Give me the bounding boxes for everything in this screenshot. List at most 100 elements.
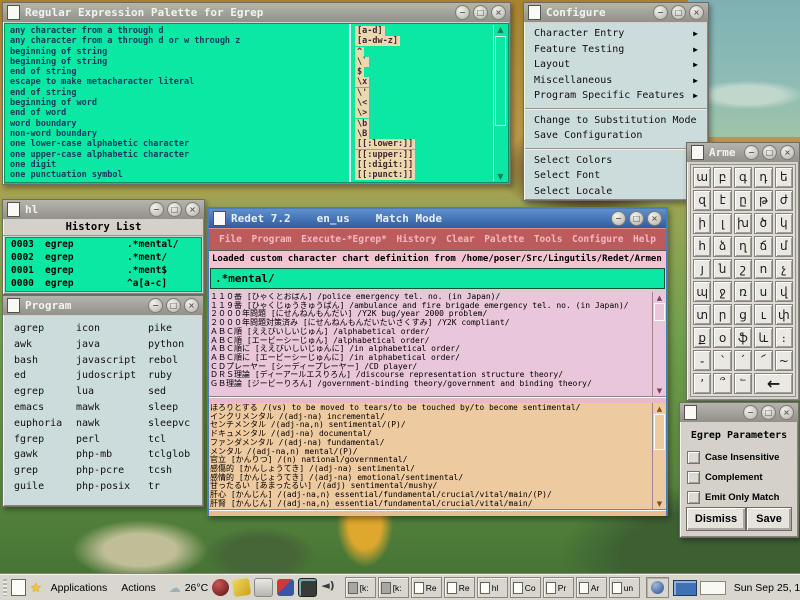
program-option[interactable]: pike bbox=[148, 323, 190, 339]
minimize-button[interactable]: − bbox=[744, 145, 759, 160]
character-key[interactable]: մ bbox=[775, 236, 793, 257]
minimize-button[interactable]: − bbox=[148, 298, 163, 313]
regex-row[interactable]: one upper-case alphabetic character [[:u… bbox=[7, 150, 492, 160]
character-key[interactable]: ա bbox=[693, 167, 711, 188]
regex-row[interactable]: escape to make metacharacter literal \x bbox=[7, 77, 492, 87]
taskbar-window-button[interactable]: [k: bbox=[378, 577, 409, 598]
taskbar-window-button[interactable]: Re bbox=[444, 577, 475, 598]
character-key[interactable]: գ bbox=[734, 167, 752, 188]
media-launcher-icon[interactable] bbox=[277, 579, 294, 596]
regex-pattern-chip[interactable]: ^ bbox=[355, 47, 364, 57]
program-option[interactable]: sed bbox=[148, 386, 190, 402]
regex-row[interactable]: beginning of string \` bbox=[7, 57, 492, 67]
character-key[interactable]: հ bbox=[693, 236, 711, 257]
menu-item[interactable]: Select Font bbox=[525, 168, 707, 184]
program-option[interactable]: bash bbox=[14, 355, 62, 371]
character-key[interactable]: ծ bbox=[754, 213, 772, 234]
character-key[interactable]: ձ bbox=[713, 236, 731, 257]
redet-titlebar[interactable]: Redet 7.2 en_us Match Mode − □ × bbox=[209, 209, 666, 228]
scrollbar-thumb[interactable] bbox=[654, 414, 665, 450]
character-key[interactable]: պ bbox=[693, 281, 711, 302]
menubar-item[interactable]: Palette bbox=[484, 234, 524, 245]
program-option[interactable]: icon bbox=[76, 323, 136, 339]
menu-item[interactable]: Select Colors bbox=[525, 153, 707, 169]
scroll-up-icon[interactable]: ▲ bbox=[497, 25, 503, 34]
character-key[interactable]: յ bbox=[693, 259, 711, 280]
scrollbar-thumb[interactable] bbox=[654, 303, 665, 321]
close-button[interactable]: × bbox=[779, 405, 794, 420]
editor-launcher-icon[interactable] bbox=[254, 578, 273, 597]
menubar-item[interactable]: Execute-*Egrep* bbox=[301, 234, 387, 245]
regex-palette-titlebar[interactable]: Regular Expression Palette for Egrep − □… bbox=[3, 3, 510, 22]
armenian-titlebar[interactable]: Arme − □ × bbox=[687, 143, 799, 162]
regex-pattern-chip[interactable]: \x bbox=[355, 77, 369, 87]
workspace-2[interactable] bbox=[700, 581, 726, 595]
character-key[interactable]: վ bbox=[775, 281, 793, 302]
regex-scrollbar[interactable]: ▲ ▼ bbox=[493, 25, 507, 181]
regex-pattern-chip[interactable]: \` bbox=[355, 57, 369, 67]
checkbox-row[interactable]: Complement bbox=[687, 467, 798, 487]
program-option[interactable]: sleepvc bbox=[148, 418, 190, 434]
close-button[interactable]: × bbox=[780, 145, 795, 160]
character-key[interactable]: չ bbox=[775, 259, 793, 280]
program-option[interactable]: lua bbox=[76, 386, 136, 402]
program-option[interactable]: ed bbox=[14, 370, 62, 386]
checkbox[interactable] bbox=[687, 471, 700, 484]
program-option[interactable]: guile bbox=[14, 481, 62, 497]
menu-item[interactable]: Character Entry ▶ bbox=[525, 26, 707, 42]
character-key[interactable]: ւ bbox=[754, 304, 772, 325]
checkbox[interactable] bbox=[687, 491, 700, 504]
taskbar-window-button[interactable]: hl bbox=[477, 577, 508, 598]
maximize-button[interactable]: □ bbox=[473, 5, 488, 20]
character-key[interactable]: ի bbox=[693, 213, 711, 234]
vertical-scrollbar[interactable]: ▲ ▼ bbox=[652, 403, 666, 509]
program-option[interactable]: perl bbox=[76, 434, 136, 450]
checkbox-row[interactable]: Emit Only Match bbox=[687, 487, 798, 507]
close-button[interactable]: × bbox=[184, 298, 199, 313]
program-option[interactable]: tcsh bbox=[148, 465, 190, 481]
program-option[interactable]: mawk bbox=[76, 402, 136, 418]
regex-pattern-chip[interactable]: $ bbox=[355, 67, 364, 77]
program-option[interactable]: fgrep bbox=[14, 434, 62, 450]
maximize-button[interactable]: □ bbox=[762, 145, 777, 160]
character-key[interactable]: ֆ bbox=[734, 327, 752, 348]
menu-item[interactable]: Miscellaneous ▶ bbox=[525, 73, 707, 89]
character-key[interactable]: ք bbox=[693, 327, 711, 348]
configure-titlebar[interactable]: Configure − □ × bbox=[524, 3, 708, 22]
program-titlebar[interactable]: Program − □ × bbox=[3, 296, 203, 315]
scroll-up-icon[interactable]: ▲ bbox=[657, 403, 662, 414]
checkbox-row[interactable]: Case Insensitive bbox=[687, 447, 798, 467]
character-key[interactable]: ս bbox=[754, 281, 772, 302]
minimize-button[interactable]: − bbox=[653, 5, 668, 20]
taskbar-window-button[interactable]: Ar bbox=[576, 577, 607, 598]
checkbox[interactable] bbox=[687, 451, 700, 464]
regex-pattern-chip[interactable]: [[:digit:]] bbox=[355, 160, 415, 170]
character-key[interactable]: և bbox=[754, 327, 772, 348]
character-key[interactable]: ՛ bbox=[734, 350, 752, 371]
program-option[interactable]: nawk bbox=[76, 418, 136, 434]
menubar-item[interactable]: Help bbox=[633, 234, 656, 245]
taskbar-window-button[interactable]: un bbox=[609, 577, 640, 598]
regex-pattern-chip[interactable]: \B bbox=[355, 129, 369, 139]
regex-row[interactable]: one punctuation symbol [[:punct:]] bbox=[7, 170, 492, 180]
regex-pattern-chip[interactable]: [[:lower:]] bbox=[355, 139, 415, 149]
regex-pattern-chip[interactable]: \< bbox=[355, 98, 369, 108]
character-key[interactable]: ՜ bbox=[754, 350, 772, 371]
regex-row[interactable]: one lower-case alphabetic character [[:l… bbox=[7, 139, 492, 149]
character-key[interactable]: ե bbox=[775, 167, 793, 188]
horizontal-scrollbar[interactable] bbox=[209, 509, 666, 516]
regex-row[interactable]: end of string $ bbox=[7, 67, 492, 77]
results-pane-top[interactable]: １１０番 [ひゃくとおばん] /police emergency tel. no… bbox=[209, 292, 666, 396]
program-option[interactable]: rebol bbox=[148, 355, 190, 371]
character-key[interactable]: շ bbox=[734, 259, 752, 280]
maximize-button[interactable]: □ bbox=[671, 5, 686, 20]
horizontal-scrollbar[interactable] bbox=[209, 396, 666, 403]
character-key[interactable]: օ bbox=[713, 327, 731, 348]
character-key[interactable]: ո bbox=[754, 259, 772, 280]
minimize-button[interactable]: − bbox=[455, 5, 470, 20]
program-option[interactable]: ruby bbox=[148, 370, 190, 386]
program-option[interactable]: python bbox=[148, 339, 190, 355]
program-option[interactable]: agrep bbox=[14, 323, 62, 339]
character-key[interactable]: ջ bbox=[713, 281, 731, 302]
character-key[interactable]: ՝ bbox=[713, 350, 731, 371]
